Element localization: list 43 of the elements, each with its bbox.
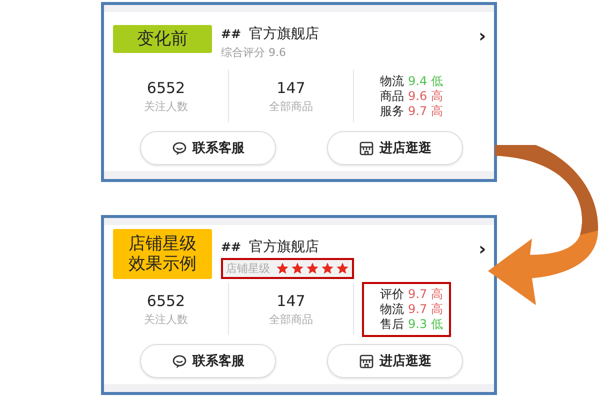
label-badge: 变化前 <box>113 25 212 53</box>
chat-icon <box>172 354 186 368</box>
store-icon <box>358 354 374 368</box>
star-label: 店铺星级 <box>226 261 270 276</box>
stat-value: 147 <box>276 292 306 310</box>
shop-name: 官方旗舰店 <box>249 238 320 256</box>
shop-prefix: ## <box>221 240 242 254</box>
stat-label: 关注人数 <box>144 98 188 114</box>
rating-score: 9.3 低 <box>408 316 443 332</box>
stat-value: 6552 <box>146 78 186 96</box>
shop-prefix: ## <box>221 27 242 41</box>
overall-score: 综合评分 9.6 <box>221 45 287 60</box>
contact-service-button[interactable]: 联系客服 <box>140 344 276 378</box>
chevron-icon[interactable]: › <box>478 26 486 47</box>
rating-score: 9.7 高 <box>408 104 443 118</box>
rating-label: 评价 <box>380 286 404 302</box>
rating-score: 9.7 高 <box>408 302 443 316</box>
rating-score: 9.7 高 <box>408 286 443 302</box>
rating-label: 售后 <box>380 316 404 332</box>
chevron-icon[interactable]: › <box>478 239 486 260</box>
stat-label: 全部商品 <box>269 98 313 114</box>
rating-label: 服务 <box>380 104 404 118</box>
rating-label: 物流 <box>380 74 404 88</box>
stat-label: 关注人数 <box>144 312 188 326</box>
star-icon <box>306 262 319 275</box>
rating-label: 商品 <box>380 88 404 104</box>
store-icon <box>358 140 374 156</box>
stat-label: 全部商品 <box>269 312 313 326</box>
contact-service-button[interactable]: 联系客服 <box>140 131 276 165</box>
star-icon <box>336 262 349 275</box>
stat-value: 6552 <box>146 292 186 310</box>
rating-label: 物流 <box>380 302 404 316</box>
rating-score: 9.6 高 <box>408 88 443 104</box>
star-icon <box>321 262 334 275</box>
star-icon <box>276 262 289 275</box>
shop-name: 官方旗舰店 <box>249 25 320 43</box>
rating-score: 9.4 低 <box>408 74 443 88</box>
star-icon <box>291 262 304 275</box>
visit-store-button[interactable]: 进店逛逛 <box>327 344 463 378</box>
visit-store-button[interactable]: 进店逛逛 <box>327 131 463 165</box>
stat-value: 147 <box>276 78 306 96</box>
label-badge: 店铺星级 效果示例 <box>113 229 212 279</box>
chat-icon <box>172 140 186 156</box>
